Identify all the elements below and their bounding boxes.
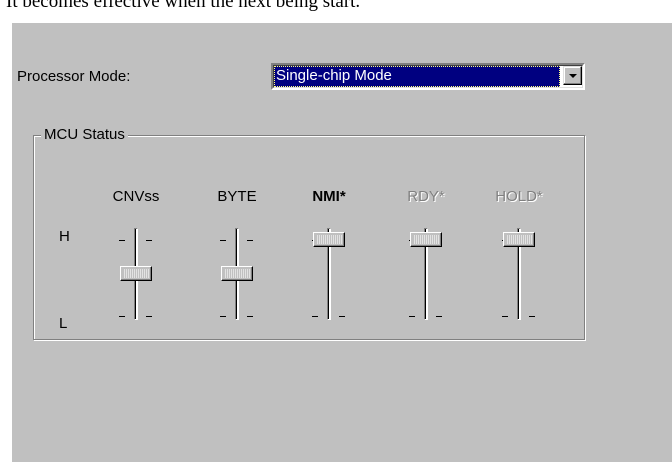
slider-label-cnvss: CNVss <box>112 188 160 205</box>
slider-tick <box>146 316 152 317</box>
slider-cnvss[interactable] <box>106 226 166 336</box>
slider-rdy <box>396 226 456 336</box>
high-level-label: H <box>59 228 70 245</box>
slider-tick <box>409 316 415 317</box>
processor-mode-label: Processor Mode: <box>17 68 131 85</box>
low-level-label: L <box>59 315 68 332</box>
slider-tick <box>436 316 442 317</box>
processor-mode-combobox[interactable]: Single-chip Mode <box>271 63 585 90</box>
slider-label-byte: BYTE <box>217 188 257 205</box>
slider-tick <box>247 240 253 241</box>
slider-hold <box>489 226 549 336</box>
slider-thumb <box>503 232 535 247</box>
slider-thumb <box>410 232 442 247</box>
slider-tick <box>220 316 226 317</box>
slider-label-nmi: NMI* <box>312 188 346 205</box>
slider-nmi[interactable] <box>299 226 359 336</box>
slider-label-hold: HOLD* <box>495 188 543 205</box>
slider-tick <box>146 240 152 241</box>
slider-byte[interactable] <box>207 226 267 336</box>
slider-tick <box>119 240 125 241</box>
dropdown-arrow-button[interactable] <box>563 66 582 85</box>
processor-mode-selected-value[interactable]: Single-chip Mode <box>274 66 560 87</box>
document-caption-text: It becomes effective when the next being… <box>6 0 361 12</box>
slider-tick <box>502 316 508 317</box>
mcu-status-title: MCU Status <box>41 126 128 143</box>
slider-tick <box>312 316 318 317</box>
slider-tick <box>220 240 226 241</box>
slider-thumb[interactable] <box>120 266 152 281</box>
slider-tick <box>529 316 535 317</box>
slider-thumb[interactable] <box>313 232 345 247</box>
slider-tick <box>247 316 253 317</box>
slider-label-rdy: RDY* <box>407 188 445 205</box>
slider-tick <box>119 316 125 317</box>
slider-thumb[interactable] <box>221 266 253 281</box>
slider-tick <box>339 316 345 317</box>
